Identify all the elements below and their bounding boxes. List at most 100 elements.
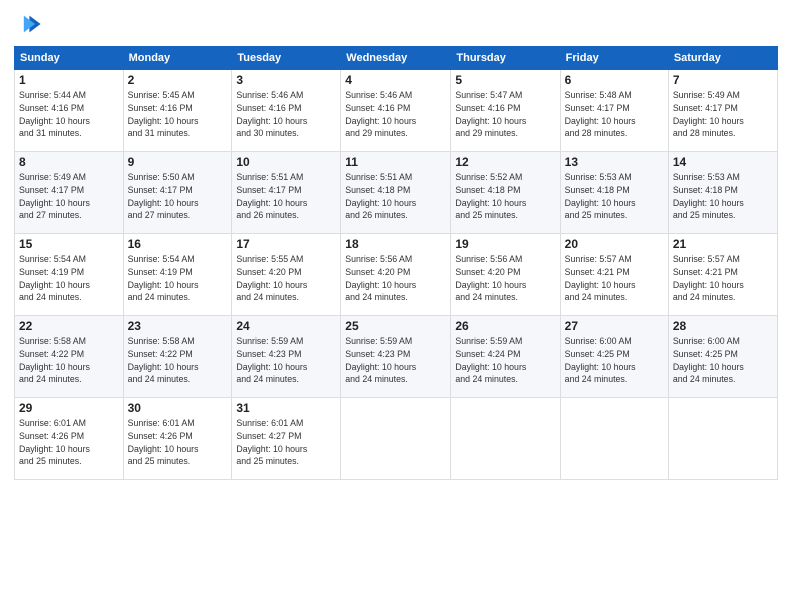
day-number: 28 [673,319,773,333]
day-detail: Sunrise: 5:48 AM Sunset: 4:17 PM Dayligh… [565,89,664,140]
calendar-cell: 19 Sunrise: 5:56 AM Sunset: 4:20 PM Dayl… [451,234,560,316]
day-header-friday: Friday [560,47,668,70]
calendar-cell: 1 Sunrise: 5:44 AM Sunset: 4:16 PM Dayli… [15,70,124,152]
week-row-2: 8 Sunrise: 5:49 AM Sunset: 4:17 PM Dayli… [15,152,778,234]
day-number: 27 [565,319,664,333]
day-detail: Sunrise: 5:47 AM Sunset: 4:16 PM Dayligh… [455,89,555,140]
calendar-cell: 15 Sunrise: 5:54 AM Sunset: 4:19 PM Dayl… [15,234,124,316]
day-detail: Sunrise: 5:59 AM Sunset: 4:24 PM Dayligh… [455,335,555,386]
day-detail: Sunrise: 5:50 AM Sunset: 4:17 PM Dayligh… [128,171,228,222]
day-detail: Sunrise: 5:52 AM Sunset: 4:18 PM Dayligh… [455,171,555,222]
day-header-tuesday: Tuesday [232,47,341,70]
logo [14,10,46,38]
day-detail: Sunrise: 5:55 AM Sunset: 4:20 PM Dayligh… [236,253,336,304]
day-number: 26 [455,319,555,333]
day-detail: Sunrise: 6:01 AM Sunset: 4:26 PM Dayligh… [128,417,228,468]
day-number: 7 [673,73,773,87]
calendar-cell: 14 Sunrise: 5:53 AM Sunset: 4:18 PM Dayl… [668,152,777,234]
day-header-thursday: Thursday [451,47,560,70]
days-header-row: SundayMondayTuesdayWednesdayThursdayFrid… [15,47,778,70]
day-detail: Sunrise: 5:57 AM Sunset: 4:21 PM Dayligh… [565,253,664,304]
calendar-cell: 29 Sunrise: 6:01 AM Sunset: 4:26 PM Dayl… [15,398,124,480]
week-row-3: 15 Sunrise: 5:54 AM Sunset: 4:19 PM Dayl… [15,234,778,316]
header [14,10,778,38]
day-number: 29 [19,401,119,415]
day-detail: Sunrise: 5:56 AM Sunset: 4:20 PM Dayligh… [455,253,555,304]
day-number: 15 [19,237,119,251]
day-number: 6 [565,73,664,87]
day-detail: Sunrise: 5:56 AM Sunset: 4:20 PM Dayligh… [345,253,446,304]
calendar-cell: 25 Sunrise: 5:59 AM Sunset: 4:23 PM Dayl… [341,316,451,398]
day-number: 20 [565,237,664,251]
week-row-5: 29 Sunrise: 6:01 AM Sunset: 4:26 PM Dayl… [15,398,778,480]
day-number: 19 [455,237,555,251]
calendar-cell: 12 Sunrise: 5:52 AM Sunset: 4:18 PM Dayl… [451,152,560,234]
day-number: 8 [19,155,119,169]
calendar-cell: 21 Sunrise: 5:57 AM Sunset: 4:21 PM Dayl… [668,234,777,316]
calendar-cell: 18 Sunrise: 5:56 AM Sunset: 4:20 PM Dayl… [341,234,451,316]
day-number: 5 [455,73,555,87]
calendar-cell: 7 Sunrise: 5:49 AM Sunset: 4:17 PM Dayli… [668,70,777,152]
day-number: 23 [128,319,228,333]
day-detail: Sunrise: 5:46 AM Sunset: 4:16 PM Dayligh… [345,89,446,140]
day-number: 18 [345,237,446,251]
day-number: 24 [236,319,336,333]
day-detail: Sunrise: 5:54 AM Sunset: 4:19 PM Dayligh… [19,253,119,304]
day-number: 10 [236,155,336,169]
day-detail: Sunrise: 5:58 AM Sunset: 4:22 PM Dayligh… [19,335,119,386]
calendar-cell: 3 Sunrise: 5:46 AM Sunset: 4:16 PM Dayli… [232,70,341,152]
calendar-cell: 26 Sunrise: 5:59 AM Sunset: 4:24 PM Dayl… [451,316,560,398]
calendar-cell: 17 Sunrise: 5:55 AM Sunset: 4:20 PM Dayl… [232,234,341,316]
day-number: 3 [236,73,336,87]
calendar-cell: 10 Sunrise: 5:51 AM Sunset: 4:17 PM Dayl… [232,152,341,234]
day-detail: Sunrise: 5:51 AM Sunset: 4:17 PM Dayligh… [236,171,336,222]
day-detail: Sunrise: 5:46 AM Sunset: 4:16 PM Dayligh… [236,89,336,140]
calendar-cell: 24 Sunrise: 5:59 AM Sunset: 4:23 PM Dayl… [232,316,341,398]
day-number: 25 [345,319,446,333]
day-number: 31 [236,401,336,415]
day-number: 4 [345,73,446,87]
calendar-cell: 11 Sunrise: 5:51 AM Sunset: 4:18 PM Dayl… [341,152,451,234]
calendar-cell: 30 Sunrise: 6:01 AM Sunset: 4:26 PM Dayl… [123,398,232,480]
day-number: 13 [565,155,664,169]
calendar-cell: 8 Sunrise: 5:49 AM Sunset: 4:17 PM Dayli… [15,152,124,234]
calendar-table: SundayMondayTuesdayWednesdayThursdayFrid… [14,46,778,480]
page: SundayMondayTuesdayWednesdayThursdayFrid… [0,0,792,612]
day-header-monday: Monday [123,47,232,70]
day-detail: Sunrise: 5:58 AM Sunset: 4:22 PM Dayligh… [128,335,228,386]
calendar-cell: 28 Sunrise: 6:00 AM Sunset: 4:25 PM Dayl… [668,316,777,398]
day-number: 22 [19,319,119,333]
day-detail: Sunrise: 5:59 AM Sunset: 4:23 PM Dayligh… [236,335,336,386]
day-detail: Sunrise: 5:49 AM Sunset: 4:17 PM Dayligh… [673,89,773,140]
day-detail: Sunrise: 5:53 AM Sunset: 4:18 PM Dayligh… [565,171,664,222]
calendar-cell: 23 Sunrise: 5:58 AM Sunset: 4:22 PM Dayl… [123,316,232,398]
day-header-saturday: Saturday [668,47,777,70]
day-detail: Sunrise: 6:00 AM Sunset: 4:25 PM Dayligh… [673,335,773,386]
day-number: 9 [128,155,228,169]
day-detail: Sunrise: 6:01 AM Sunset: 4:26 PM Dayligh… [19,417,119,468]
day-number: 16 [128,237,228,251]
calendar-cell [451,398,560,480]
day-detail: Sunrise: 5:54 AM Sunset: 4:19 PM Dayligh… [128,253,228,304]
calendar-cell [341,398,451,480]
calendar-cell: 6 Sunrise: 5:48 AM Sunset: 4:17 PM Dayli… [560,70,668,152]
day-number: 30 [128,401,228,415]
day-detail: Sunrise: 6:01 AM Sunset: 4:27 PM Dayligh… [236,417,336,468]
calendar-cell: 20 Sunrise: 5:57 AM Sunset: 4:21 PM Dayl… [560,234,668,316]
day-detail: Sunrise: 5:49 AM Sunset: 4:17 PM Dayligh… [19,171,119,222]
calendar-cell: 4 Sunrise: 5:46 AM Sunset: 4:16 PM Dayli… [341,70,451,152]
day-number: 17 [236,237,336,251]
day-detail: Sunrise: 5:53 AM Sunset: 4:18 PM Dayligh… [673,171,773,222]
day-detail: Sunrise: 5:45 AM Sunset: 4:16 PM Dayligh… [128,89,228,140]
calendar-cell: 13 Sunrise: 5:53 AM Sunset: 4:18 PM Dayl… [560,152,668,234]
day-header-wednesday: Wednesday [341,47,451,70]
day-number: 1 [19,73,119,87]
week-row-4: 22 Sunrise: 5:58 AM Sunset: 4:22 PM Dayl… [15,316,778,398]
day-number: 21 [673,237,773,251]
calendar-cell [560,398,668,480]
calendar-cell: 5 Sunrise: 5:47 AM Sunset: 4:16 PM Dayli… [451,70,560,152]
week-row-1: 1 Sunrise: 5:44 AM Sunset: 4:16 PM Dayli… [15,70,778,152]
calendar-cell: 9 Sunrise: 5:50 AM Sunset: 4:17 PM Dayli… [123,152,232,234]
day-detail: Sunrise: 5:57 AM Sunset: 4:21 PM Dayligh… [673,253,773,304]
calendar-cell: 22 Sunrise: 5:58 AM Sunset: 4:22 PM Dayl… [15,316,124,398]
